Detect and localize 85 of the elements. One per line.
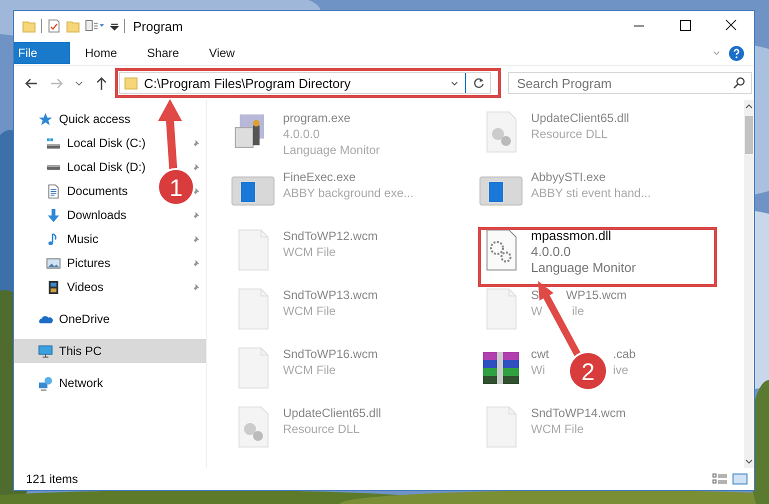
file-detail: ABBY background exe...	[283, 185, 414, 201]
properties-icon[interactable]	[47, 19, 61, 33]
file-name[interactable]: WP15.wcm	[566, 287, 627, 303]
file-name[interactable]: .cab	[613, 346, 636, 362]
drive-icon	[46, 136, 61, 150]
nav-item[interactable]: Quick access	[14, 107, 206, 131]
ribbon-tab[interactable]: Home	[70, 41, 132, 65]
file-tab[interactable]: File	[14, 42, 70, 64]
download-arrow-icon	[46, 208, 61, 222]
nav-item[interactable]: Videos	[67, 280, 104, 294]
file-name[interactable]: UpdateClient65.dll	[283, 405, 382, 421]
expand-ribbon-icon[interactable]	[712, 48, 721, 58]
window-title: Program	[133, 18, 183, 34]
scrollbar[interactable]	[744, 100, 754, 468]
details-view-icon[interactable]	[712, 472, 728, 486]
film-icon	[46, 280, 61, 294]
drive-icon	[46, 164, 61, 170]
nav-item[interactable]: Local Disk (C:)	[67, 136, 146, 150]
nav-label: Quick access	[59, 112, 130, 126]
file-detail: 4.0.0.0	[283, 126, 320, 142]
folder-icon	[124, 76, 138, 90]
ribbon-tab[interactable]: View	[194, 41, 250, 65]
file-name[interactable]: S	[531, 287, 540, 303]
file-detail: WCM File	[283, 244, 336, 260]
file-type: ile	[572, 303, 584, 319]
refresh-icon[interactable]	[472, 76, 486, 90]
file-name[interactable]: cwt	[531, 346, 549, 362]
file-detail: Language Monitor	[531, 260, 636, 276]
pin-icon[interactable]	[191, 162, 200, 172]
up-arrow-icon[interactable]	[94, 76, 109, 90]
file-detail: ABBY sti event hand...	[531, 185, 651, 201]
file-name[interactable]: AbbyySTI.exe	[531, 169, 606, 185]
pin-icon[interactable]	[191, 138, 200, 148]
view-icon[interactable]	[85, 19, 105, 33]
pin-icon[interactable]	[191, 186, 200, 196]
nav-label: OneDrive	[59, 312, 110, 326]
file-name[interactable]: SndToWP14.wcm	[531, 405, 626, 421]
file-detail: WCM File	[283, 362, 336, 378]
nav-item[interactable]: Downloads	[67, 208, 126, 222]
file-name[interactable]: program.exe	[283, 110, 350, 126]
nav-item[interactable]: Music	[67, 232, 98, 246]
address-path: C:\Program Files\Program Directory	[144, 76, 352, 90]
file-name[interactable]: SndToWP16.wcm	[283, 346, 378, 362]
nav-item[interactable]: Documents	[67, 184, 128, 198]
scrollbar-thumb[interactable]	[745, 116, 753, 154]
pin-icon[interactable]	[191, 234, 200, 244]
file-name[interactable]: SndToWP13.wcm	[283, 287, 378, 303]
nav-label: Network	[59, 376, 104, 390]
item-count: 121 items	[26, 472, 78, 486]
file-detail: 4.0.0.0	[531, 244, 571, 260]
help-icon[interactable]	[729, 46, 744, 60]
pin-icon[interactable]	[191, 210, 200, 220]
search-icon[interactable]	[732, 76, 746, 90]
pictures-icon	[46, 256, 61, 270]
file-detail: Resource DLL	[283, 421, 360, 437]
annotation-badge: 1	[157, 168, 195, 206]
customize-caret-icon[interactable]	[110, 22, 119, 30]
large-icons-view-icon[interactable]	[732, 472, 748, 486]
file-name[interactable]: FineExec.exe	[283, 169, 356, 185]
nav-item[interactable]: Pictures	[67, 256, 110, 270]
pin-icon[interactable]	[191, 258, 200, 268]
file-name[interactable]: SndToWP12.wcm	[283, 228, 378, 244]
computer-icon	[38, 344, 53, 358]
network-icon	[38, 376, 53, 390]
file-type: W	[531, 303, 542, 319]
search-field[interactable]: Search Program	[508, 72, 752, 94]
pin-icon[interactable]	[191, 282, 200, 292]
file-detail: WCM File	[531, 421, 584, 437]
nav-item[interactable]: Local Disk (D:)	[67, 160, 146, 174]
annotation-badge: 2	[568, 351, 608, 391]
file-name[interactable]: UpdateClient65.dll	[531, 110, 630, 126]
file-detail: Language Monitor	[283, 142, 380, 158]
ribbon-tab[interactable]: Share	[132, 41, 194, 65]
address-bar[interactable]: C:\Program Files\Program Directory	[119, 72, 491, 94]
star-icon	[38, 112, 53, 126]
nav-item[interactable]: Network	[14, 371, 206, 395]
file-type: ive	[613, 362, 628, 378]
file-detail: Resource DLL	[531, 126, 608, 142]
nav-item[interactable]: OneDrive	[14, 307, 206, 331]
file-type: Wi	[531, 362, 545, 378]
document-icon	[46, 184, 61, 198]
file-name[interactable]: mpassmon.dll	[531, 228, 612, 244]
nav-item[interactable]: This PC	[14, 339, 206, 363]
file-detail: WCM File	[283, 303, 336, 319]
nav-label: This PC	[59, 344, 102, 358]
